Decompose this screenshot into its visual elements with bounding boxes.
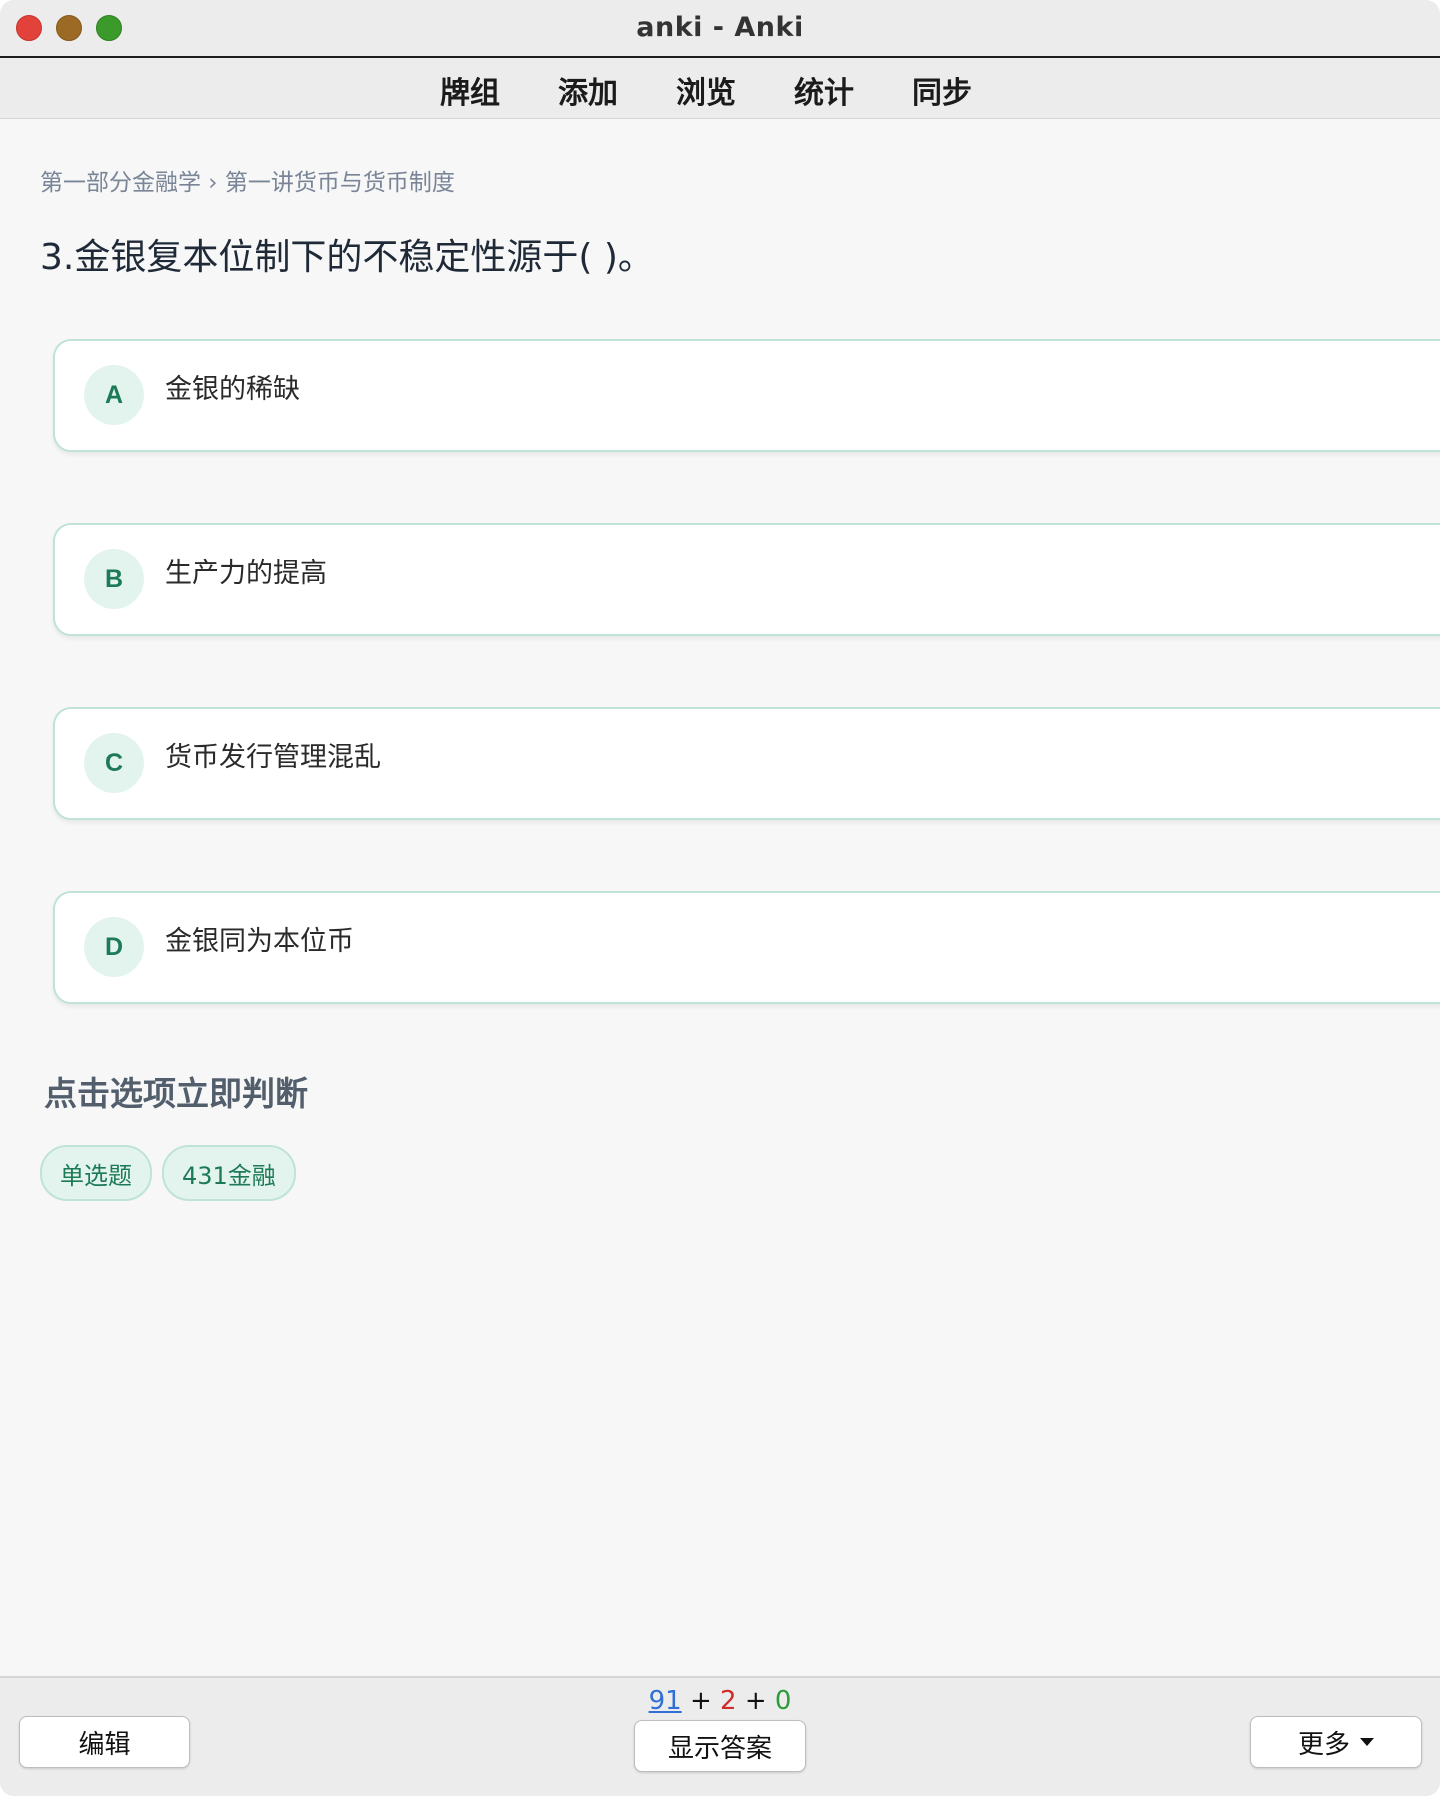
new-count: 91 (648, 1686, 682, 1716)
question-text: 3.金银复本位制下的不稳定性源于( )。 (40, 237, 654, 278)
option-text: 生产力的提高 (165, 558, 327, 589)
show-answer-button[interactable]: 显示答案 (634, 1720, 806, 1772)
option-text: 货币发行管理混乱 (165, 742, 381, 773)
option-c[interactable]: C 货币发行管理混乱 (53, 707, 1440, 820)
nav-decks[interactable]: 牌组 (440, 68, 500, 112)
title-bar: anki - Anki (0, 0, 1440, 58)
option-letter-badge: A (84, 365, 144, 425)
top-nav: 牌组 添加 浏览 统计 同步 (0, 58, 1440, 119)
deck-breadcrumb: 第一部分金融学 › 第一讲货币与货币制度 (40, 170, 455, 196)
option-b[interactable]: B 生产力的提高 (53, 523, 1440, 636)
option-letter-badge: B (84, 549, 144, 609)
review-count: 0 (774, 1686, 792, 1716)
tag-single-choice: 单选题 (40, 1145, 152, 1201)
more-button[interactable]: 更多 (1250, 1716, 1422, 1768)
count-separator: + (744, 1686, 767, 1716)
option-letter-badge: D (84, 917, 144, 977)
tag-list: 单选题 431金融 (40, 1145, 296, 1201)
edit-button-label: 编辑 (78, 1729, 131, 1760)
nav-browse[interactable]: 浏览 (676, 68, 736, 112)
option-a[interactable]: A 金银的稀缺 (53, 339, 1440, 452)
option-text: 金银同为本位币 (165, 926, 354, 957)
nav-stats[interactable]: 统计 (794, 68, 854, 112)
nav-add[interactable]: 添加 (558, 68, 618, 112)
caret-down-icon (1360, 1738, 1374, 1746)
option-text: 金银的稀缺 (165, 374, 300, 405)
nav-sync[interactable]: 同步 (912, 68, 972, 112)
window-title: anki - Anki (636, 12, 804, 43)
more-button-label: 更多 (1297, 1729, 1350, 1760)
learn-count: 2 (720, 1686, 737, 1716)
instant-judge-hint: 点击选项立即判断 (44, 1074, 308, 1113)
tag-431-finance: 431金融 (162, 1145, 296, 1201)
edit-button[interactable]: 编辑 (19, 1716, 190, 1768)
anki-window: anki - Anki 牌组 添加 浏览 统计 同步 第一部分金融学 › 第一讲… (0, 0, 1440, 1796)
option-letter-badge: C (84, 733, 144, 793)
show-answer-label: 显示答案 (667, 1733, 772, 1764)
due-counts: 91 + 2 + 0 (0, 1686, 1440, 1716)
option-d[interactable]: D 金银同为本位币 (53, 891, 1440, 1004)
count-separator: + (689, 1686, 712, 1716)
